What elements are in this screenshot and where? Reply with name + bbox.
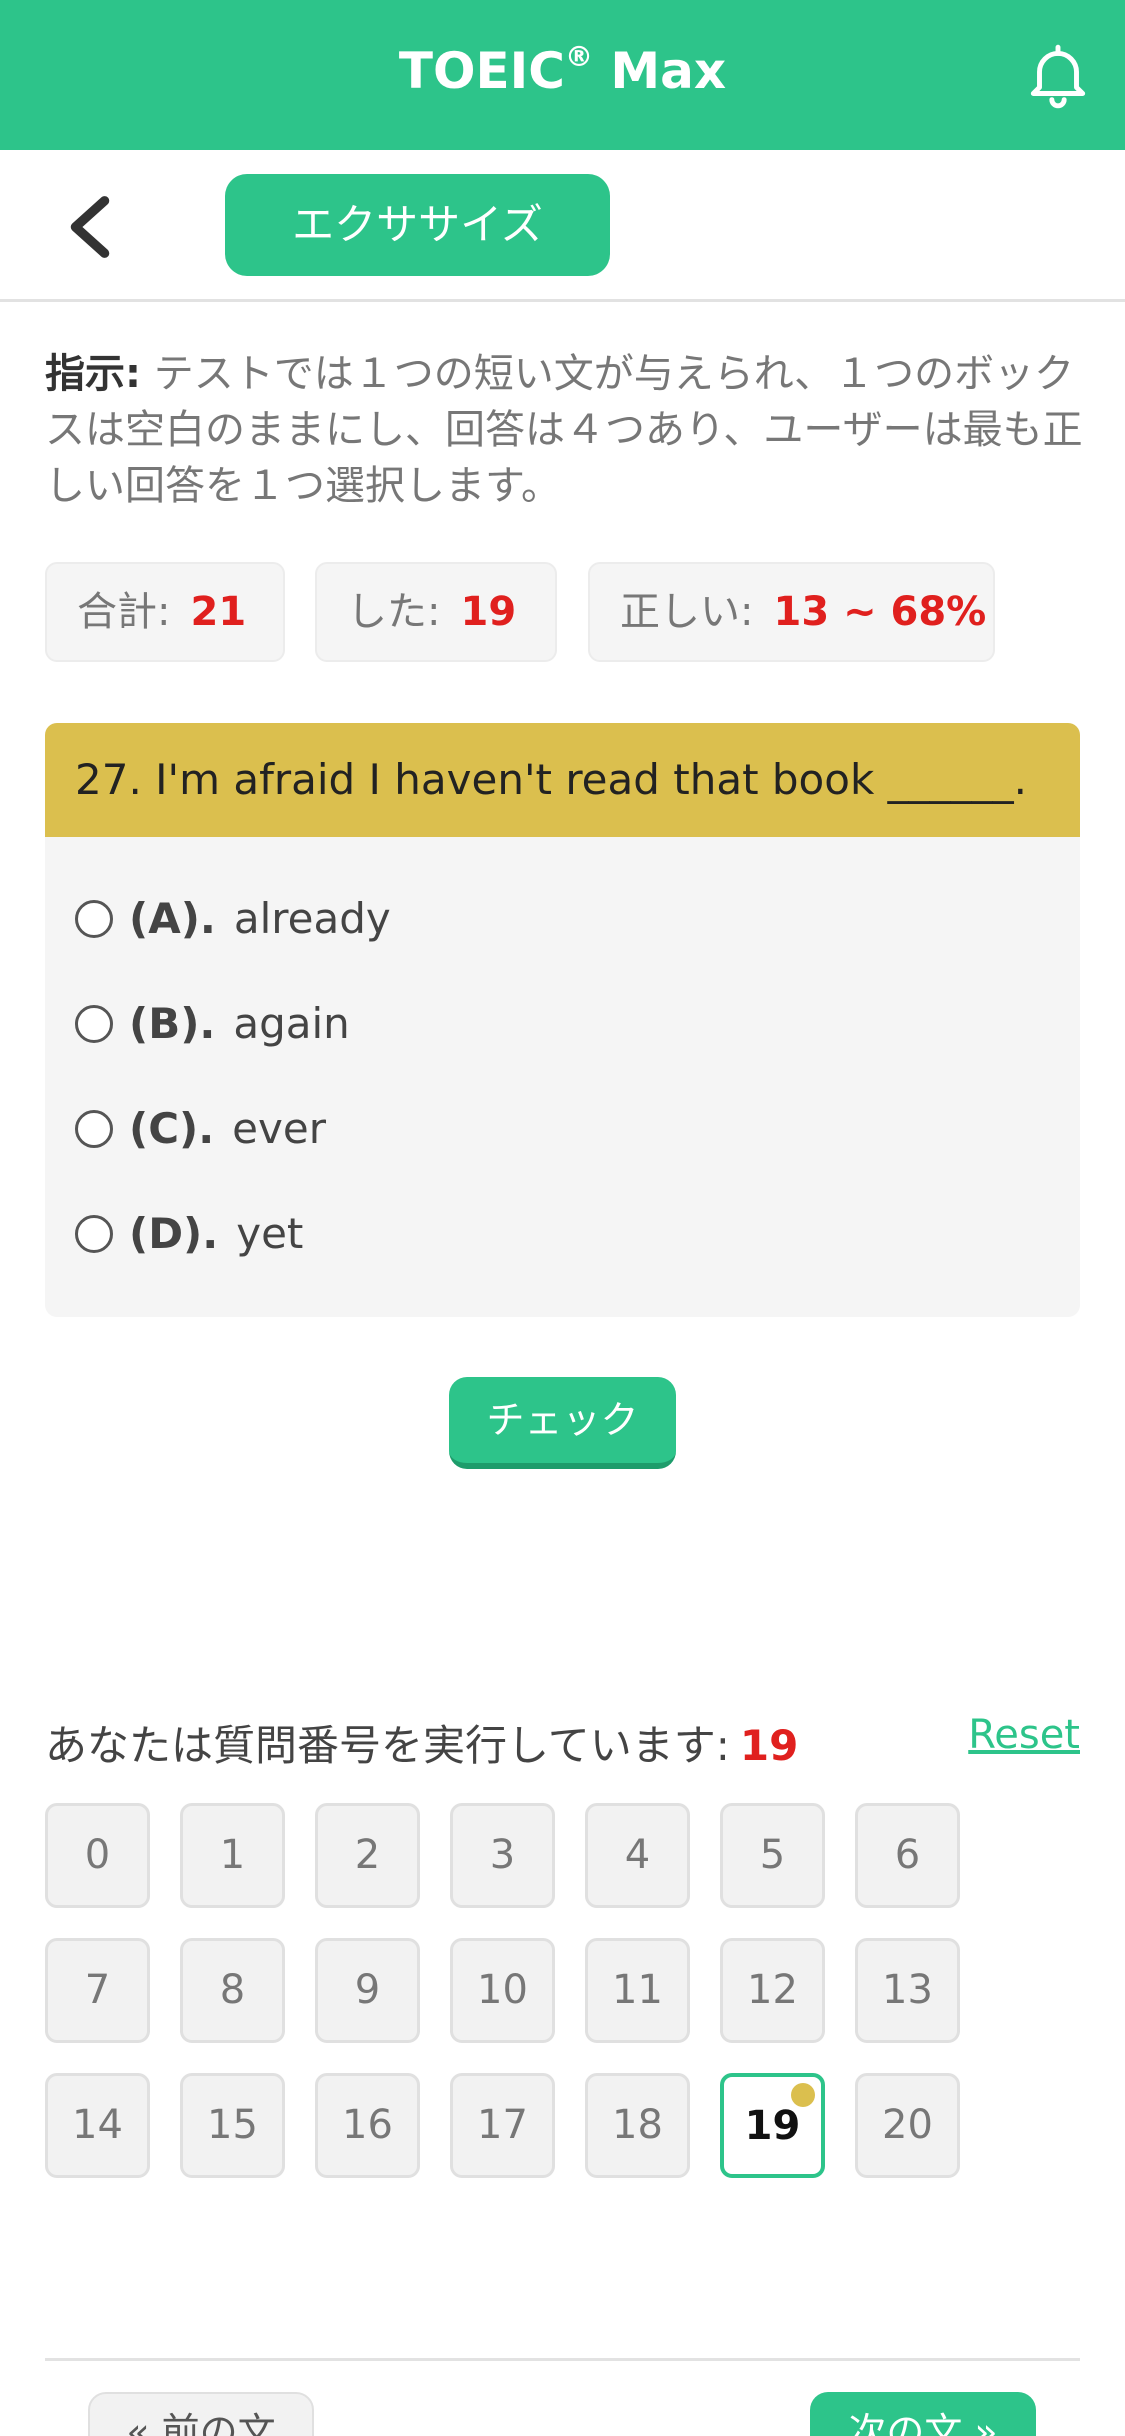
question-number-button[interactable]: 13 bbox=[855, 1938, 960, 2043]
question-number-button[interactable]: 0 bbox=[45, 1803, 150, 1908]
question-number-button[interactable]: 9 bbox=[315, 1938, 420, 2043]
check-button[interactable]: チェック bbox=[449, 1377, 676, 1469]
question-number-button[interactable]: 16 bbox=[315, 2073, 420, 2178]
next-button[interactable]: 次の文 » bbox=[810, 2392, 1036, 2436]
option-b[interactable]: (B). again bbox=[75, 994, 350, 1054]
question-card: 27. I'm afraid I haven't read that book … bbox=[45, 723, 1080, 1317]
previous-button[interactable]: « 前の文 bbox=[88, 2392, 314, 2436]
radio-icon[interactable] bbox=[75, 1215, 113, 1253]
question-number-button[interactable]: 7 bbox=[45, 1938, 150, 2043]
instructions: 指示: テストでは１つの短い文が与えられ、１つのボックスは空白のままにし、回答は… bbox=[45, 346, 1085, 514]
instructions-text: テストでは１つの短い文が与えられ、１つのボックスは空白のままにし、回答は４つあり… bbox=[45, 351, 1083, 509]
question-number-button[interactable]: 14 bbox=[45, 2073, 150, 2178]
question-number-button[interactable]: 11 bbox=[585, 1938, 690, 2043]
sub-navigation: エクササイズ bbox=[0, 150, 1125, 302]
question-number-button[interactable]: 4 bbox=[585, 1803, 690, 1908]
reset-link[interactable]: Reset bbox=[968, 1712, 1080, 1758]
question-number-button[interactable]: 12 bbox=[720, 1938, 825, 2043]
stat-done: した: 19 bbox=[315, 562, 557, 662]
radio-icon[interactable] bbox=[75, 900, 113, 938]
question-number-button[interactable]: 8 bbox=[180, 1938, 285, 2043]
question-number-button[interactable]: 10 bbox=[450, 1938, 555, 2043]
question-number-button[interactable]: 2 bbox=[315, 1803, 420, 1908]
stat-total: 合計: 21 bbox=[45, 562, 285, 662]
question-number-button[interactable]: 1 bbox=[180, 1803, 285, 1908]
app-header: TOEIC® Max bbox=[0, 0, 1125, 150]
question-text: 27. I'm afraid I haven't read that book … bbox=[45, 723, 1080, 837]
instructions-label: 指示: bbox=[45, 351, 141, 397]
question-number-button[interactable]: 6 bbox=[855, 1803, 960, 1908]
current-question-number: 19 bbox=[739, 1721, 799, 1770]
option-d[interactable]: (D). yet bbox=[75, 1204, 303, 1264]
question-number-button[interactable]: 20 bbox=[855, 2073, 960, 2178]
stat-correct: 正しい: 13 ~ 68% bbox=[588, 562, 995, 662]
question-number-button[interactable]: 5 bbox=[720, 1803, 825, 1908]
radio-icon[interactable] bbox=[75, 1110, 113, 1148]
app-title: TOEIC® Max bbox=[398, 40, 727, 100]
current-indicator-dot bbox=[791, 2083, 815, 2107]
question-number-button[interactable]: 3 bbox=[450, 1803, 555, 1908]
question-number-button[interactable]: 18 bbox=[585, 2073, 690, 2178]
progress-label: あなたは質問番号を実行しています: 19 bbox=[45, 1721, 799, 1770]
tab-exercise[interactable]: エクササイズ bbox=[225, 174, 610, 276]
question-number-button[interactable]: 15 bbox=[180, 2073, 285, 2178]
option-c[interactable]: (C). ever bbox=[75, 1099, 326, 1159]
option-a[interactable]: (A). already bbox=[75, 889, 391, 949]
bell-icon[interactable] bbox=[1021, 38, 1095, 112]
question-number-button[interactable]: 19 bbox=[720, 2073, 825, 2178]
radio-icon[interactable] bbox=[75, 1005, 113, 1043]
divider bbox=[45, 2358, 1080, 2361]
chevron-left-icon[interactable] bbox=[60, 192, 120, 262]
question-number-button[interactable]: 17 bbox=[450, 2073, 555, 2178]
